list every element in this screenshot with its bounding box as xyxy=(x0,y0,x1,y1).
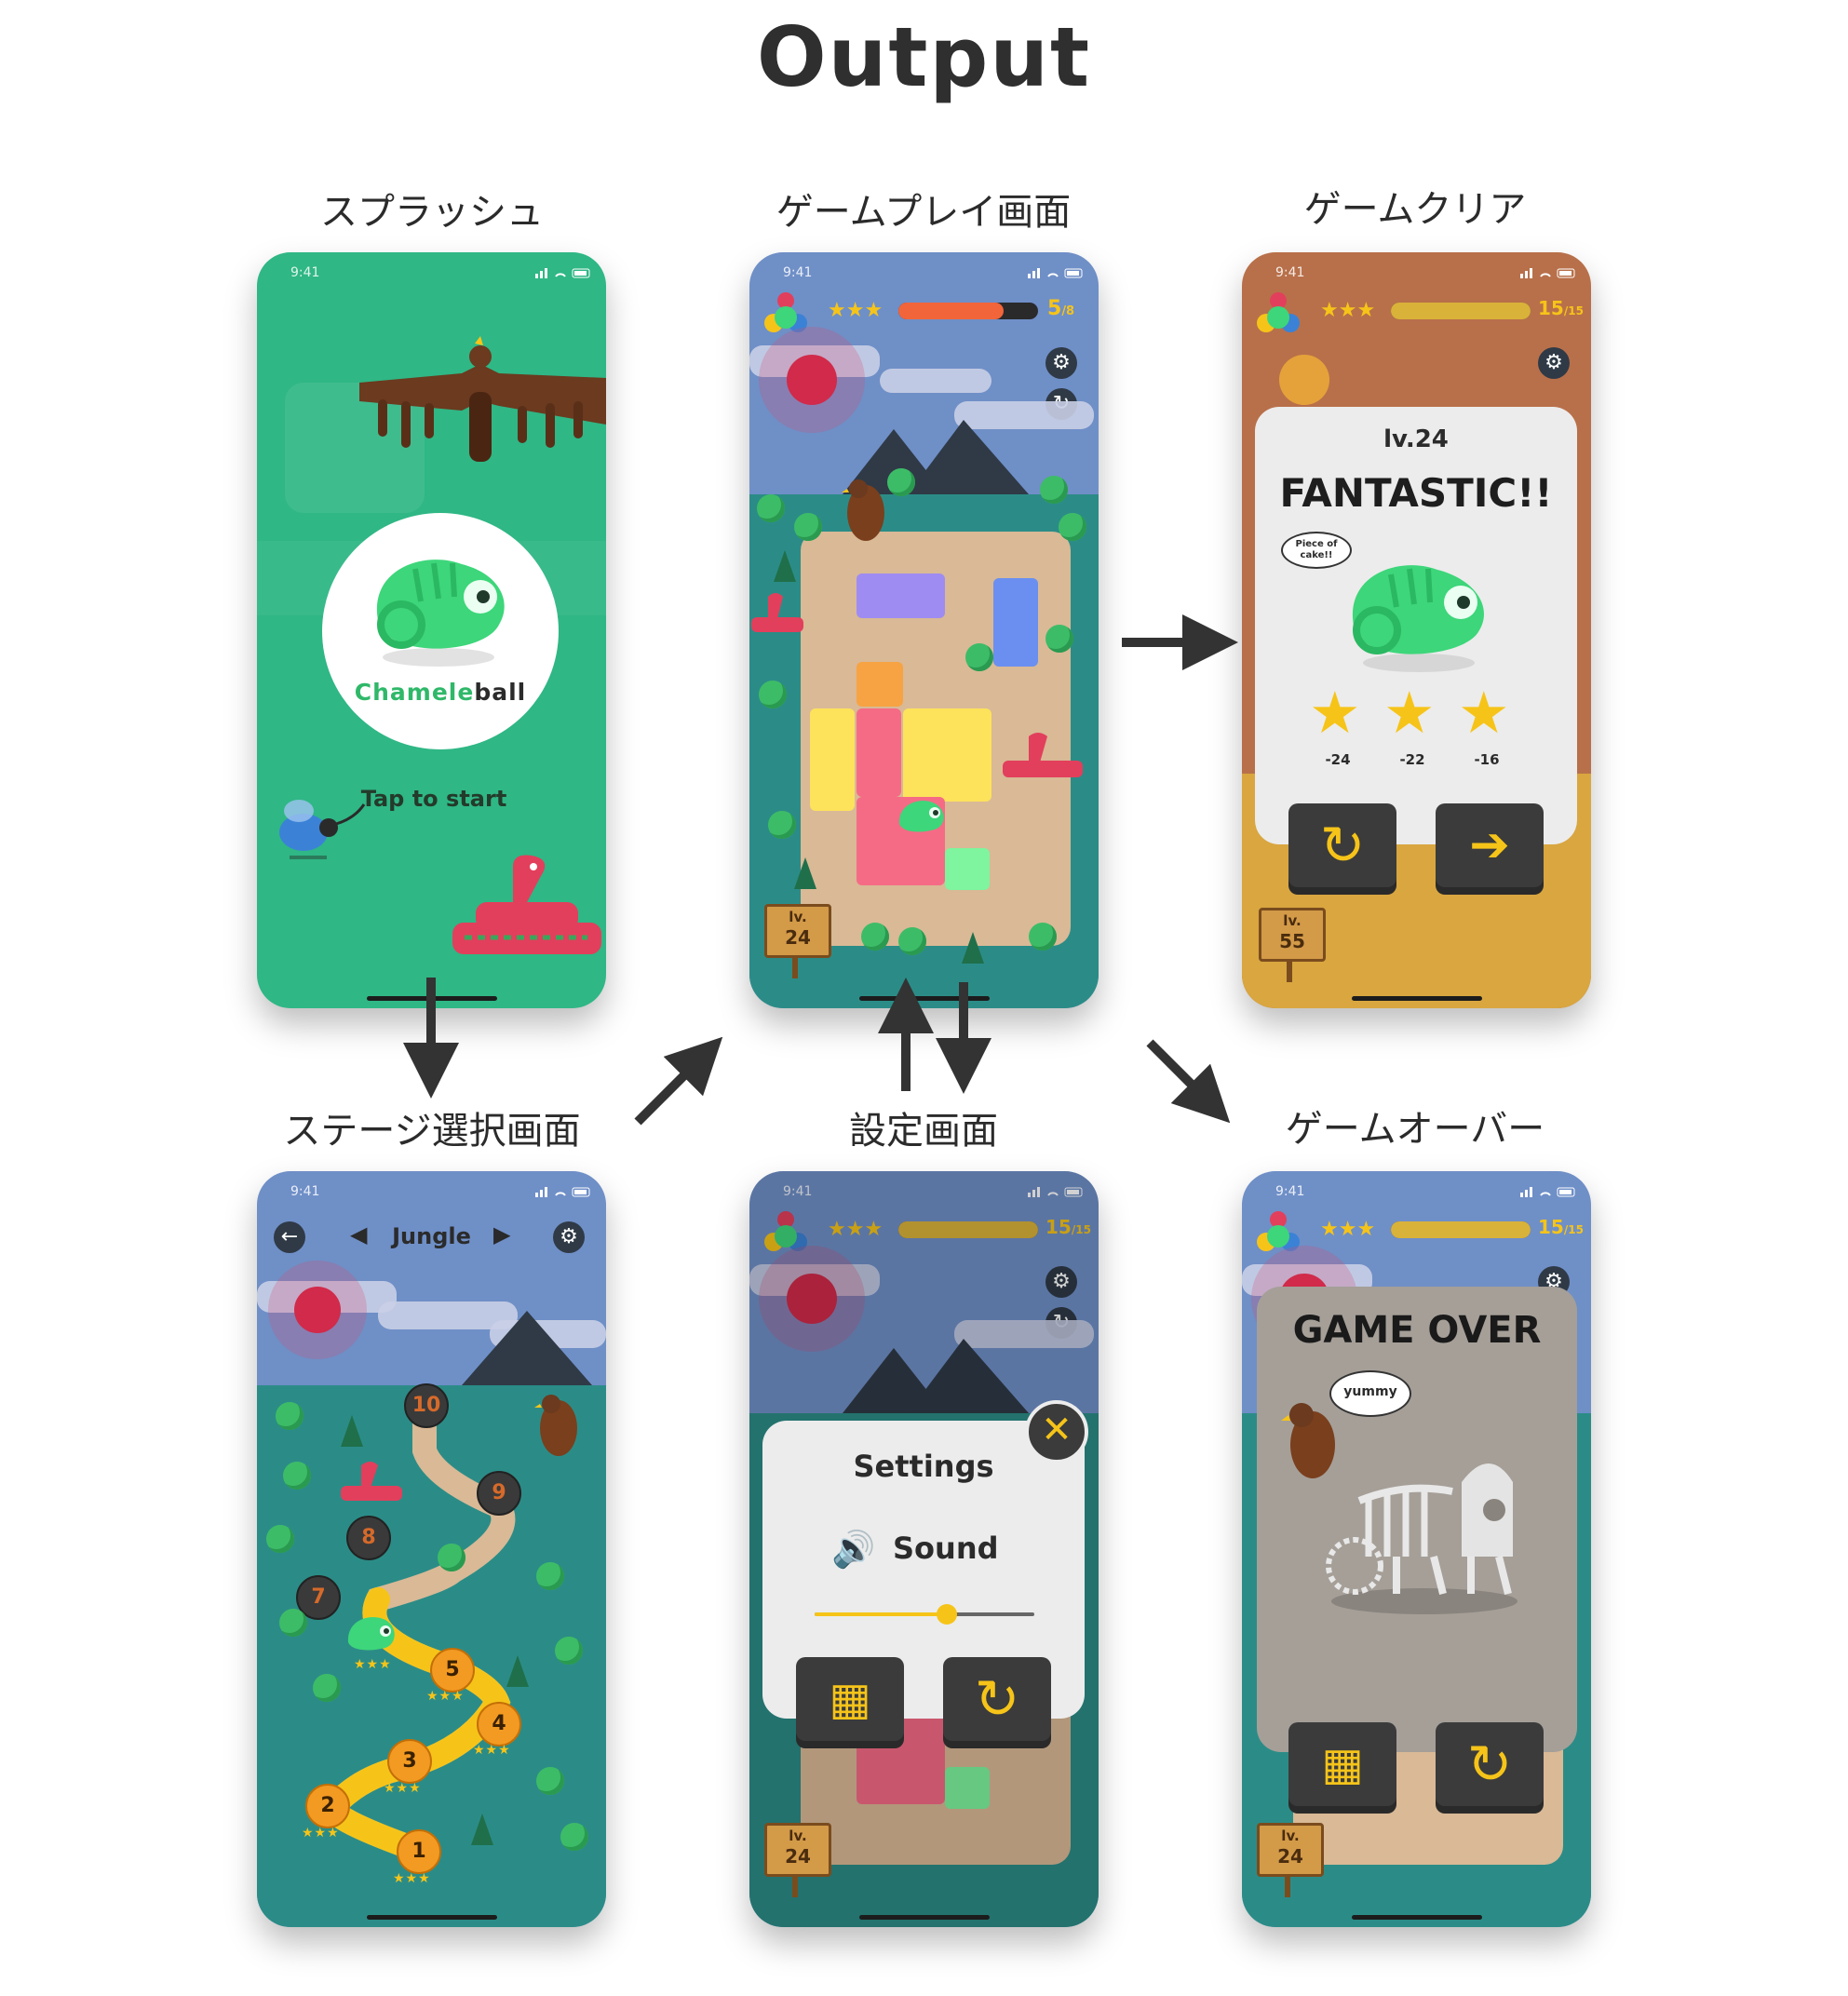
arrow-stage-to-gameplay xyxy=(634,1036,723,1126)
arrow-gameplay-to-gameover xyxy=(1146,1039,1231,1124)
flow-arrows xyxy=(403,614,1238,1126)
